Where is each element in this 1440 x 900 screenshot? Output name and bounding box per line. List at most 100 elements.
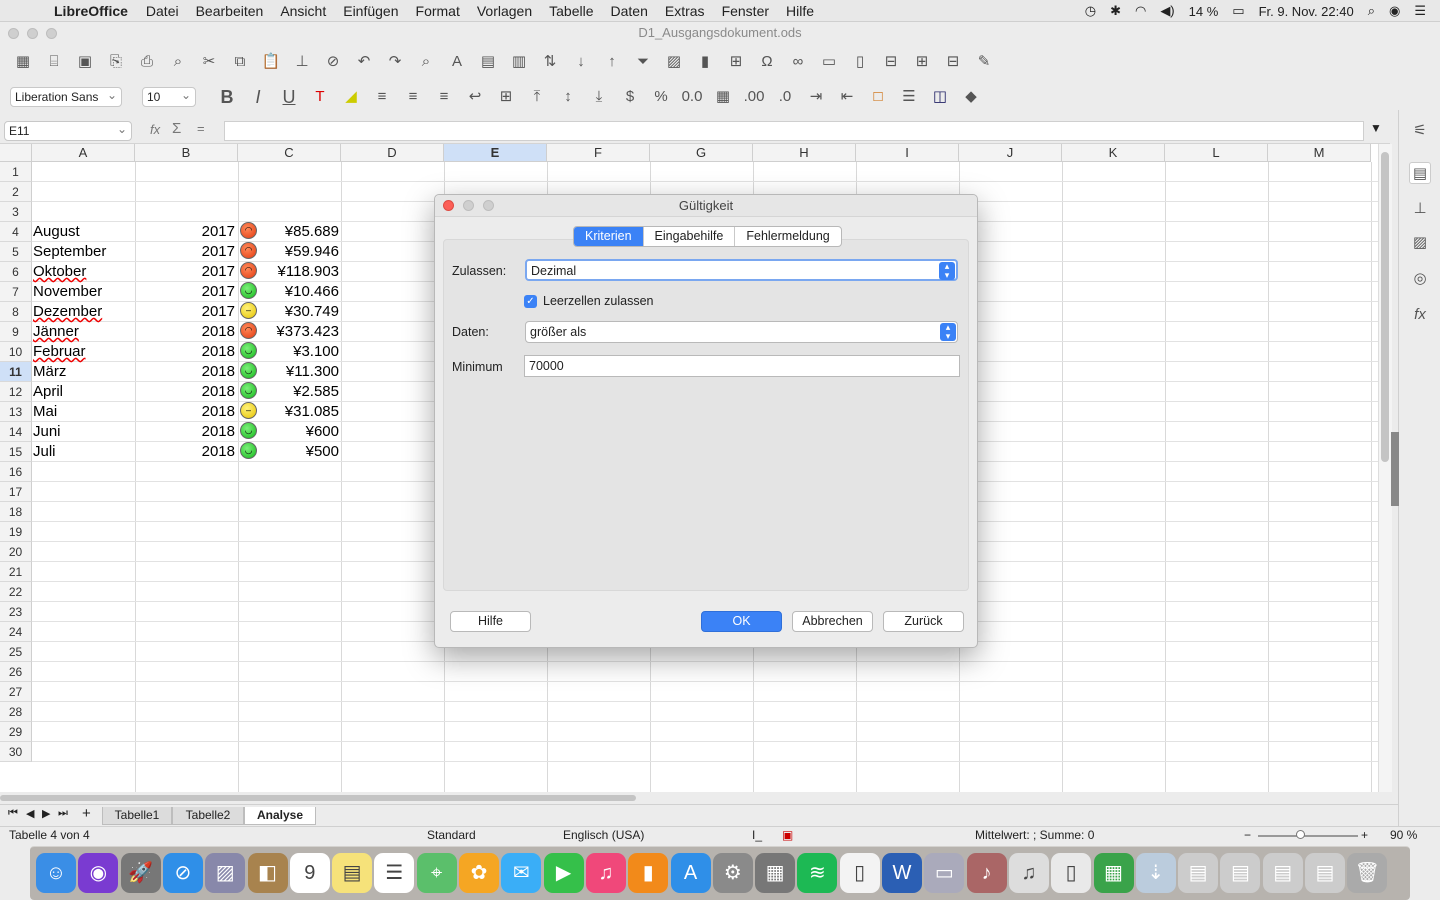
menu-format[interactable]: Format: [416, 3, 460, 19]
dock-word-icon[interactable]: W: [882, 853, 922, 893]
dock-facetime-icon[interactable]: ▶: [543, 853, 584, 893]
column-header-g[interactable]: G: [650, 144, 753, 162]
cell-year[interactable]: 2017: [134, 243, 235, 260]
font-size-select[interactable]: 10: [142, 86, 196, 107]
dock-reminders-icon[interactable]: ☰: [374, 853, 415, 893]
cell-year[interactable]: 2018: [134, 423, 235, 440]
cell-amount[interactable]: ¥11.300: [260, 363, 339, 380]
underline-icon[interactable]: U: [276, 84, 302, 110]
ok-button[interactable]: OK: [701, 611, 782, 632]
row-header-28[interactable]: 28: [0, 702, 32, 722]
dock-app-store-icon[interactable]: A: [670, 853, 711, 893]
row-header-2[interactable]: 2: [0, 182, 32, 202]
row-header-6[interactable]: 6: [0, 262, 32, 282]
row-header-3[interactable]: 3: [0, 202, 32, 222]
row-header-19[interactable]: 19: [0, 522, 32, 542]
delete-decimal-icon[interactable]: .0: [772, 84, 798, 110]
freeze-rows-columns-icon[interactable]: ⊞: [909, 49, 935, 75]
cell-month[interactable]: September: [33, 243, 106, 260]
row-header-4[interactable]: 4: [0, 222, 32, 242]
row-header-14[interactable]: 14: [0, 422, 32, 442]
tab-fehlermeldung[interactable]: Fehlermeldung: [735, 227, 840, 246]
cancel-button[interactable]: Abbrechen: [792, 611, 873, 632]
menu-hilfe[interactable]: Hilfe: [786, 3, 814, 19]
dock-siri-icon[interactable]: ◉: [78, 853, 119, 893]
cell-year[interactable]: 2017: [134, 303, 235, 320]
sort-ascending-icon[interactable]: ↓: [568, 49, 594, 75]
dock-system-preferences-icon[interactable]: ⚙: [712, 853, 753, 893]
decrease-indent-icon[interactable]: ⇤: [834, 84, 860, 110]
page-style[interactable]: Standard: [427, 827, 476, 844]
border-color-icon[interactable]: ◫: [927, 84, 953, 110]
dock-calc-file-icon[interactable]: ▦: [1093, 853, 1134, 893]
cut-icon[interactable]: ✂: [196, 49, 222, 75]
selection-mode-icon[interactable]: I_: [752, 827, 762, 844]
dock-folder-stack4-icon[interactable]: ▤: [1305, 853, 1345, 893]
notification-center-icon[interactable]: ☰: [1414, 3, 1426, 19]
dock-document-icon[interactable]: ▯: [839, 853, 880, 893]
cell-month[interactable]: April: [33, 383, 63, 400]
find-replace-icon[interactable]: ⌕: [413, 49, 439, 75]
zoom-level[interactable]: 90 %: [1390, 827, 1417, 844]
dock-launchpad-icon[interactable]: 🚀: [120, 853, 161, 893]
spotlight-icon[interactable]: ⌕: [1368, 3, 1375, 19]
formula-input[interactable]: [224, 121, 1364, 141]
new-spreadsheet-icon[interactable]: ▦: [10, 49, 36, 75]
row-header-12[interactable]: 12: [0, 382, 32, 402]
menu-tabelle[interactable]: Tabelle: [549, 3, 593, 19]
cell-month[interactable]: März: [33, 363, 66, 380]
cell-month[interactable]: Juni: [33, 423, 61, 440]
special-character-icon[interactable]: Ω: [754, 49, 780, 75]
volume-icon[interactable]: ◀): [1160, 3, 1174, 19]
row-header-1[interactable]: 1: [0, 162, 32, 182]
row-header-18[interactable]: 18: [0, 502, 32, 522]
zoom-in-icon[interactable]: +: [1361, 827, 1368, 844]
row-header-16[interactable]: 16: [0, 462, 32, 482]
row-header-30[interactable]: 30: [0, 742, 32, 762]
dock-folder-stack-icon[interactable]: ▤: [1178, 853, 1219, 893]
dock-pdf-file-icon[interactable]: ▯: [1051, 853, 1092, 893]
formula-icon[interactable]: =: [197, 121, 205, 136]
dialog-close-button[interactable]: [443, 200, 454, 211]
increase-indent-icon[interactable]: ⇥: [803, 84, 829, 110]
cell-amount[interactable]: ¥118.903: [260, 263, 339, 280]
cell-year[interactable]: 2018: [134, 443, 235, 460]
gallery-icon[interactable]: ▨: [1409, 232, 1431, 254]
navigator-icon[interactable]: ◎: [1409, 268, 1431, 290]
allow-select[interactable]: Dezimal ▴ ▾: [525, 259, 958, 281]
print-icon[interactable]: ⎙: [134, 49, 160, 75]
apple-menu-icon[interactable]: [18, 2, 36, 20]
cell-amount[interactable]: ¥373.423: [260, 323, 339, 340]
battery-icon[interactable]: ▭: [1232, 3, 1244, 19]
column-header-i[interactable]: I: [856, 144, 959, 162]
first-sheet-icon[interactable]: ⏮: [8, 807, 18, 820]
row-header-13[interactable]: 13: [0, 402, 32, 422]
menu-extras[interactable]: Extras: [665, 3, 705, 19]
row-header-26[interactable]: 26: [0, 662, 32, 682]
cell-amount[interactable]: ¥2.585: [260, 383, 339, 400]
cell-year[interactable]: 2017: [134, 263, 235, 280]
export-pdf-icon[interactable]: ⎘: [103, 49, 129, 75]
show-draw-functions-icon[interactable]: ✎: [971, 49, 997, 75]
allow-empty-cells-checkbox[interactable]: ✓: [524, 295, 537, 308]
dock-preview-icon[interactable]: ▨: [205, 853, 246, 893]
copy-icon[interactable]: ⧉: [227, 49, 253, 75]
add-sheet-icon[interactable]: +: [82, 805, 91, 822]
cell-year[interactable]: 2018: [134, 343, 235, 360]
cell-month[interactable]: Oktober: [33, 263, 86, 280]
column-header-h[interactable]: H: [753, 144, 856, 162]
bluetooth-icon[interactable]: ✱: [1110, 3, 1121, 19]
row-header-9[interactable]: 9: [0, 322, 32, 342]
column-icon[interactable]: ▥: [506, 49, 532, 75]
cell-month[interactable]: Jänner: [33, 323, 79, 340]
cell-year[interactable]: 2018: [134, 403, 235, 420]
column-header-b[interactable]: B: [135, 144, 238, 162]
dock-maps-icon[interactable]: ⌖: [416, 853, 457, 893]
autofilter-icon[interactable]: ⏷: [630, 49, 656, 75]
close-window-button[interactable]: [8, 28, 19, 39]
sheet-tab-analyse[interactable]: Analyse: [244, 807, 316, 825]
cell-month[interactable]: August: [33, 223, 80, 240]
cell-amount[interactable]: ¥500: [260, 443, 339, 460]
dock-music-file-icon[interactable]: ♫: [1008, 853, 1049, 893]
styles-icon[interactable]: ⊥: [1409, 198, 1431, 220]
